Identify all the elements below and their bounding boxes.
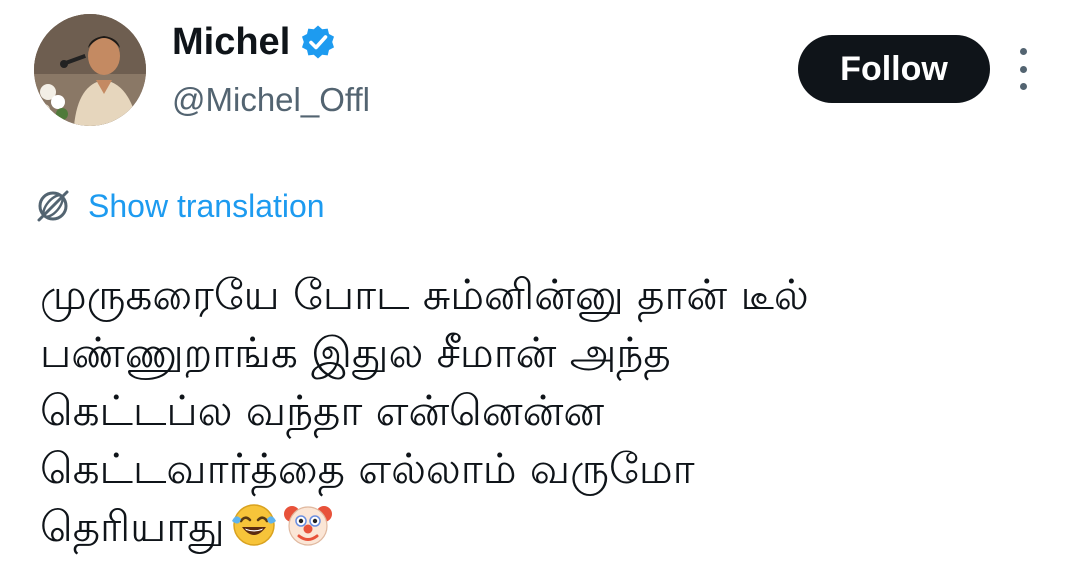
tweet-text-last-line: தெரியாது bbox=[40, 498, 1050, 556]
author-name-row[interactable]: Michel bbox=[172, 18, 336, 66]
tweet-text-line: முருகரையே போட சும்னின்னு தான் டீல் bbox=[40, 270, 809, 319]
author-handle[interactable]: @Michel_Offl bbox=[172, 78, 370, 122]
avatar[interactable] bbox=[34, 14, 146, 126]
verified-badge-icon[interactable] bbox=[300, 24, 336, 60]
face-with-tears-of-joy-icon bbox=[229, 499, 279, 549]
tweet-text-line: தெரியாது bbox=[40, 502, 225, 551]
tweet-text-line: கெட்டப்ல வந்தா என்னென்ன bbox=[40, 386, 605, 435]
follow-button[interactable]: Follow bbox=[798, 35, 990, 103]
clown-face-icon bbox=[283, 499, 333, 549]
more-options-button[interactable] bbox=[1008, 48, 1038, 90]
author-display-name[interactable]: Michel bbox=[172, 18, 290, 66]
show-translation-label[interactable]: Show translation bbox=[88, 184, 325, 228]
globe-icon bbox=[34, 187, 72, 225]
show-translation-link[interactable]: Show translation bbox=[34, 184, 325, 228]
tweet-text-line: பண்ணுறாங்க இதுல சீமான் அந்த bbox=[40, 328, 671, 377]
more-vertical-icon bbox=[1019, 48, 1027, 55]
more-vertical-icon-dot bbox=[1019, 83, 1027, 90]
profile-photo-icon bbox=[34, 14, 146, 126]
tweet-text: முருகரையே போட சும்னின்னு தான் டீல் பண்ணு… bbox=[40, 266, 1050, 556]
more-vertical-icon-dot bbox=[1019, 65, 1027, 73]
tweet-text-line: கெட்டவார்த்தை எல்லாம் வருமோ bbox=[40, 444, 695, 493]
